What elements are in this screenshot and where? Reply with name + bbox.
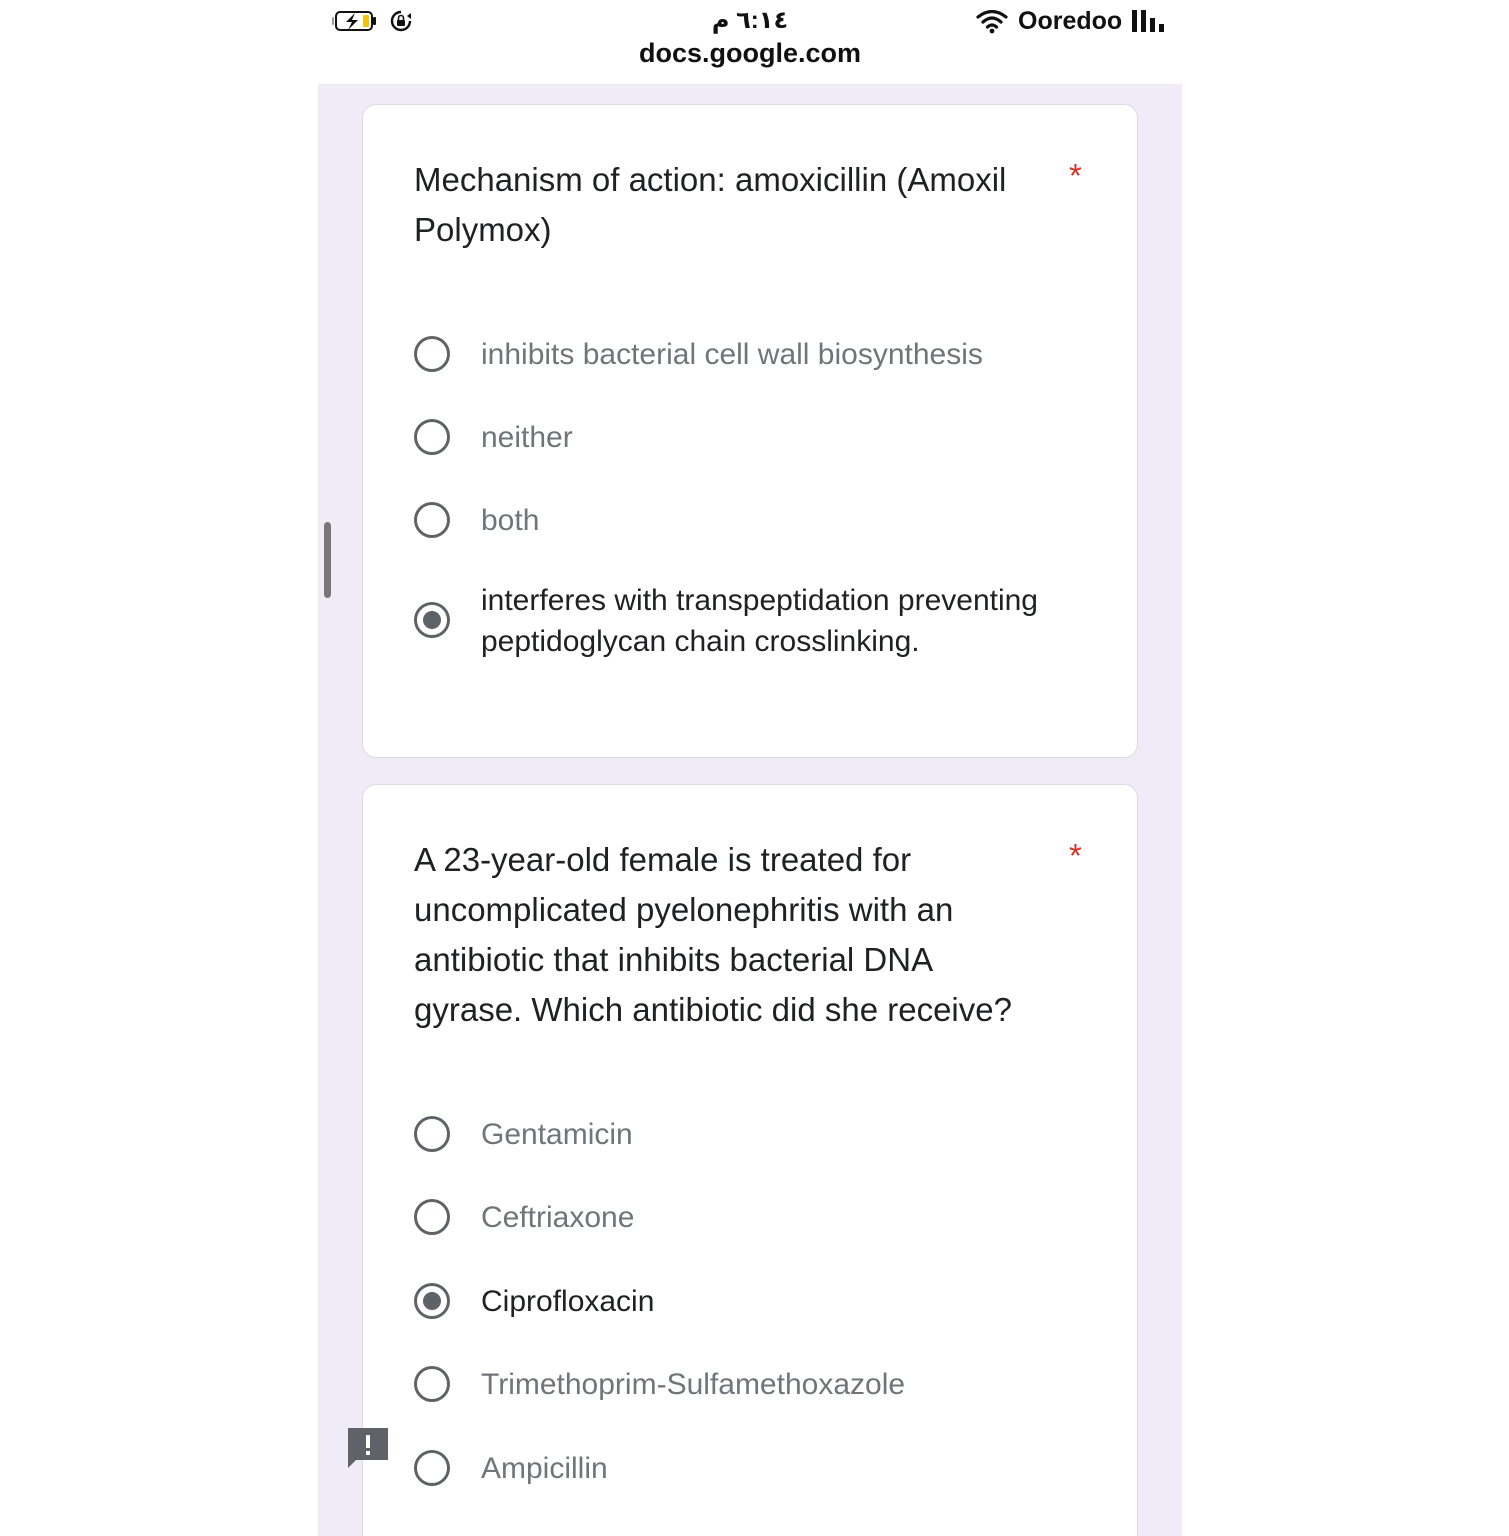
form-content[interactable]: Mechanism of action: amoxicillin (Amoxil… bbox=[318, 84, 1182, 1536]
option-trimethoprim-sulfamethoxazole[interactable]: Trimethoprim-Sulfamethoxazole bbox=[414, 1364, 1094, 1424]
radio-button[interactable] bbox=[414, 1450, 450, 1486]
option-ampicillin[interactable]: Ampicillin bbox=[414, 1448, 1094, 1508]
radio-button[interactable] bbox=[414, 1366, 450, 1402]
option-label: interferes with transpeptidation prevent… bbox=[481, 584, 1038, 658]
option-label: Gentamicin bbox=[481, 1118, 633, 1151]
radio-button[interactable] bbox=[414, 1199, 450, 1235]
scrollbar-thumb[interactable] bbox=[324, 522, 331, 598]
option-label: Trimethoprim-Sulfamethoxazole bbox=[481, 1368, 906, 1401]
option-label: inhibits bacterial cell wall biosynthesi… bbox=[481, 338, 983, 371]
wifi-icon bbox=[976, 9, 1008, 34]
required-indicator: * bbox=[1069, 837, 1082, 874]
radio-button-selected[interactable] bbox=[414, 602, 450, 638]
feedback-icon[interactable] bbox=[346, 1426, 390, 1470]
question-card: Mechanism of action: amoxicillin (Amoxil… bbox=[362, 104, 1138, 758]
required-indicator: * bbox=[1069, 157, 1082, 194]
option-ceftriaxone[interactable]: Ceftriaxone bbox=[414, 1197, 1094, 1257]
option-ciprofloxacin[interactable]: Ciprofloxacin bbox=[414, 1281, 1094, 1341]
option-label: Ceftriaxone bbox=[481, 1201, 635, 1234]
option-inhibits-cell-wall[interactable]: inhibits bacterial cell wall biosynthesi… bbox=[414, 334, 1094, 394]
question-title: A 23-year-old female is treated for unco… bbox=[414, 841, 1012, 1028]
signal-bars-icon bbox=[1132, 10, 1164, 32]
option-interferes-transpeptidation[interactable]: interferes with transpeptidation prevent… bbox=[414, 580, 1094, 670]
radio-button[interactable] bbox=[414, 419, 450, 455]
option-gentamicin[interactable]: Gentamicin bbox=[414, 1114, 1094, 1174]
radio-button[interactable] bbox=[414, 336, 450, 372]
option-neither[interactable]: neither bbox=[414, 417, 1094, 477]
status-bar: ٦:١٤ م docs.google.com Ooredoo bbox=[318, 0, 1182, 85]
option-label: Ampicillin bbox=[481, 1452, 608, 1485]
phone-screen: ٦:١٤ م docs.google.com Ooredoo Mechanism… bbox=[318, 0, 1182, 1536]
option-label: Ciprofloxacin bbox=[481, 1285, 655, 1318]
option-both[interactable]: both bbox=[414, 500, 1094, 560]
question-card: A 23-year-old female is treated for unco… bbox=[362, 784, 1138, 1536]
carrier-name: Ooredoo bbox=[1018, 7, 1123, 35]
question-title: Mechanism of action: amoxicillin (Amoxil… bbox=[414, 161, 1007, 248]
option-label: neither bbox=[481, 421, 573, 454]
address-bar-url[interactable]: docs.google.com bbox=[318, 38, 1182, 69]
option-label: both bbox=[481, 504, 540, 537]
radio-button[interactable] bbox=[414, 1116, 450, 1152]
radio-button-selected[interactable] bbox=[414, 1283, 450, 1319]
radio-button[interactable] bbox=[414, 502, 450, 538]
